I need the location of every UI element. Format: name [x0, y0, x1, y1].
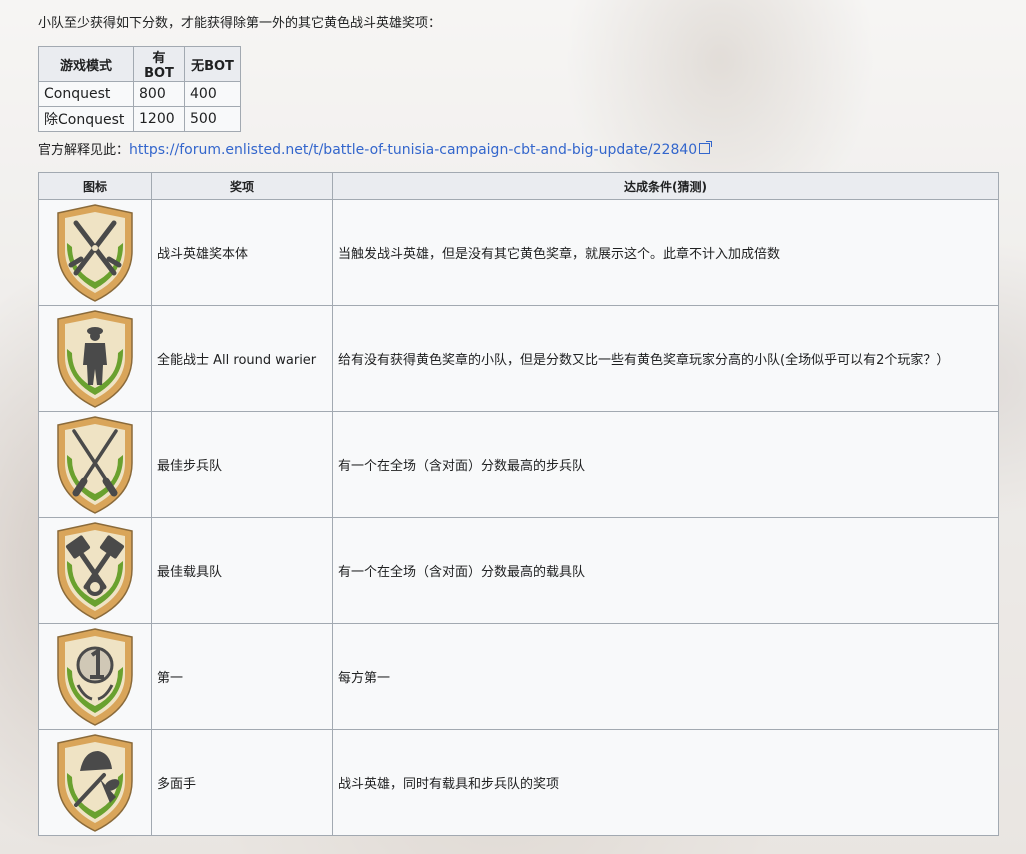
score-header-bot: 有BOT [133, 46, 185, 82]
award-name: 多面手 [151, 729, 333, 836]
score-table-header-row: 游戏模式 有BOT 无BOT [38, 46, 241, 82]
crossed-rifles-badge-icon [57, 415, 133, 514]
table-row: 最佳载具队 有一个在全场（含对面）分数最高的载具队 [38, 517, 999, 624]
award-name: 全能战士 All round warier [151, 305, 333, 412]
score-cell: Conquest [38, 81, 134, 107]
number-one-badge-icon [57, 627, 133, 726]
score-cell: 除Conquest [38, 106, 134, 132]
award-condition: 有一个在全场（含对面）分数最高的载具队 [332, 517, 999, 624]
forum-link[interactable]: https://forum.enlisted.net/t/battle-of-t… [129, 142, 697, 158]
awards-header-award: 奖项 [151, 172, 333, 200]
award-condition: 当触发战斗英雄，但是没有其它黄色奖章，就展示这个。此章不计入加成倍数 [332, 199, 999, 306]
score-header-mode: 游戏模式 [38, 46, 134, 82]
table-row: 战斗英雄奖本体 当触发战斗英雄，但是没有其它黄色奖章，就展示这个。此章不计入加成… [38, 199, 999, 306]
score-cell: 400 [184, 81, 241, 107]
awards-table: 图标 奖项 达成条件(猜测) 战斗英雄奖本体 当触发战斗英雄，但是没有其它黄色奖… [38, 172, 999, 836]
score-cell: 800 [133, 81, 185, 107]
award-name: 第一 [151, 623, 333, 730]
official-explanation: 官方解释见此：https://forum.enlisted.net/t/batt… [38, 139, 713, 158]
score-cell: 500 [184, 106, 241, 132]
awards-header-icon: 图标 [38, 172, 152, 200]
award-name: 战斗英雄奖本体 [151, 199, 333, 306]
award-name: 最佳步兵队 [151, 411, 333, 518]
table-row: 最佳步兵队 有一个在全场（含对面）分数最高的步兵队 [38, 411, 999, 518]
crossed-swords-badge-icon [57, 203, 133, 302]
intro-text: 小队至少获得如下分数，才能获得除第一外的其它黄色战斗英雄奖项： [38, 16, 442, 31]
score-table: 游戏模式 有BOT 无BOT Conquest 800 400 除Conques… [38, 46, 241, 132]
table-row: Conquest 800 400 [38, 81, 241, 107]
score-cell: 1200 [133, 106, 185, 132]
crossed-pistons-badge-icon [57, 521, 133, 620]
award-name: 最佳载具队 [151, 517, 333, 624]
awards-header-condition: 达成条件(猜测) [332, 172, 999, 200]
table-row: 多面手 战斗英雄，同时有载具和步兵队的奖项 [38, 729, 999, 836]
award-condition: 有一个在全场（含对面）分数最高的步兵队 [332, 411, 999, 518]
helmet-knife-badge-icon [57, 733, 133, 832]
score-header-nobot: 无BOT [184, 46, 241, 82]
table-row: 除Conquest 1200 500 [38, 106, 241, 132]
table-row: 第一 每方第一 [38, 623, 999, 730]
external-link-icon [699, 141, 713, 154]
award-condition: 给有没有获得黄色奖章的小队，但是分数又比一些有黄色奖章玩家分高的小队(全场似乎可… [332, 305, 999, 412]
table-row: 全能战士 All round warier 给有没有获得黄色奖章的小队，但是分数… [38, 305, 999, 412]
soldier-badge-icon [57, 309, 133, 408]
award-condition: 每方第一 [332, 623, 999, 730]
official-label: 官方解释见此： [38, 143, 130, 158]
awards-table-header-row: 图标 奖项 达成条件(猜测) [38, 172, 999, 200]
award-condition: 战斗英雄，同时有载具和步兵队的奖项 [332, 729, 999, 836]
